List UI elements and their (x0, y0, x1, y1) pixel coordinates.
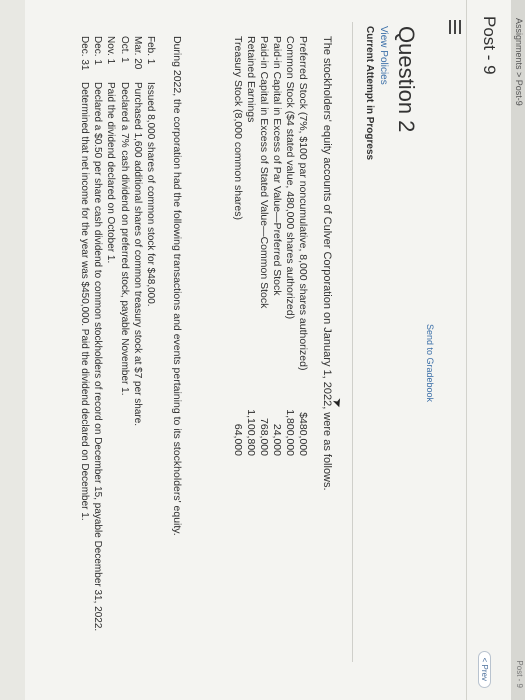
account-row: Preferred Stock (7%, $100 par noncumulat… (296, 36, 309, 456)
transactions-list: Feb. 1 Issued 8,000 shares of common stoc… (78, 36, 157, 656)
header: Post - 9 < Prev (466, 0, 511, 700)
transaction-row: Mar. 20 Purchased 1,600 additional shares… (131, 36, 144, 656)
transaction-date: Mar. 20 (131, 36, 143, 70)
account-row: Retained Earnings 1,100,800 (244, 36, 257, 456)
attempt-status: Current Attempt in Progress (364, 26, 375, 161)
top-strip: Assignments > Post-9 Post - 9 (510, 0, 525, 700)
send-to-gradebook-button[interactable]: Send to Gradebook (425, 324, 435, 402)
breadcrumb[interactable]: Assignments > Post-9 (514, 18, 524, 106)
transaction-text: Issued 8,000 shares of common stock for … (145, 82, 156, 307)
intro-text: The stockholders' equity accounts of Cul… (321, 36, 333, 491)
account-name: Preferred Stock (7%, $100 par noncumulat… (297, 36, 309, 371)
transaction-text: Declared a $0.50 per share cash dividend… (92, 82, 104, 632)
during-text: During 2022, the corporation had the fol… (171, 36, 183, 536)
question-panel: Question 2 View Policies Current Attempt… (11, 12, 441, 672)
account-amount: 24,000 (271, 423, 283, 456)
account-name: Paid-in Capital in Excess of Stated Valu… (258, 36, 270, 309)
account-amount: 1,100,800 (245, 409, 257, 456)
transaction-row: Nov. 1 Paid the dividend declared on Octo… (104, 36, 117, 656)
transaction-text: Declared a 7% cash dividend on preferred… (118, 82, 130, 396)
divider (352, 22, 353, 662)
page-title: Post - 9 (480, 16, 499, 75)
account-amount: $480,000 (297, 412, 309, 456)
top-strip-right-label: Post - 9 (515, 660, 524, 688)
transaction-date: Dec. 1 (92, 36, 104, 65)
transaction-text: Determined that net income for the year … (78, 82, 90, 521)
transaction-date: Dec. 31 (78, 36, 90, 71)
prev-button[interactable]: < Prev (478, 650, 491, 688)
account-row: Paid-in Capital in Excess of Par Value—P… (270, 36, 283, 456)
account-row: Common Stock ($4 stated value, 480,000 s… (283, 36, 296, 456)
transaction-date: Feb. 1 (145, 36, 156, 65)
transaction-text: Paid the dividend declared on October 1. (105, 82, 117, 264)
account-row: Treasury Stock (8,000 common shares) 64,0… (231, 36, 244, 456)
account-amount: 64,000 (232, 423, 244, 456)
account-amount: 768,000 (258, 418, 270, 456)
transaction-row: Dec. 31 Determined that net income for th… (78, 36, 91, 656)
transaction-row: Dec. 1 Declared a $0.50 per share cash di… (91, 36, 104, 656)
account-name: Treasury Stock (8,000 common shares) (232, 36, 244, 221)
transaction-text: Purchased 1,600 additional shares of com… (131, 82, 143, 427)
page-bottom-edge (0, 0, 25, 700)
question-title: Question 2 (394, 26, 419, 133)
account-name: Common Stock ($4 stated value, 480,000 s… (284, 36, 296, 320)
account-name: Retained Earnings (245, 36, 257, 123)
account-amount: 1,800,000 (284, 409, 296, 456)
transaction-date: Nov. 1 (105, 36, 117, 65)
page: Assignments > Post-9 Post - 9 Post - 9 <… (0, 0, 525, 700)
menu-icon[interactable] (449, 20, 461, 34)
transaction-date: Oct. 1 (118, 36, 130, 63)
account-row: Paid-in Capital in Excess of Stated Valu… (257, 36, 270, 456)
account-name: Paid-in Capital in Excess of Par Value—P… (271, 36, 283, 296)
view-policies-link[interactable]: View Policies (378, 26, 389, 672)
equity-accounts-table: Preferred Stock (7%, $100 par noncumulat… (231, 36, 309, 456)
transaction-row: Oct. 1 Declared a 7% cash dividend on pre… (117, 36, 130, 656)
transaction-row: Feb. 1 Issued 8,000 shares of common stoc… (144, 36, 157, 656)
